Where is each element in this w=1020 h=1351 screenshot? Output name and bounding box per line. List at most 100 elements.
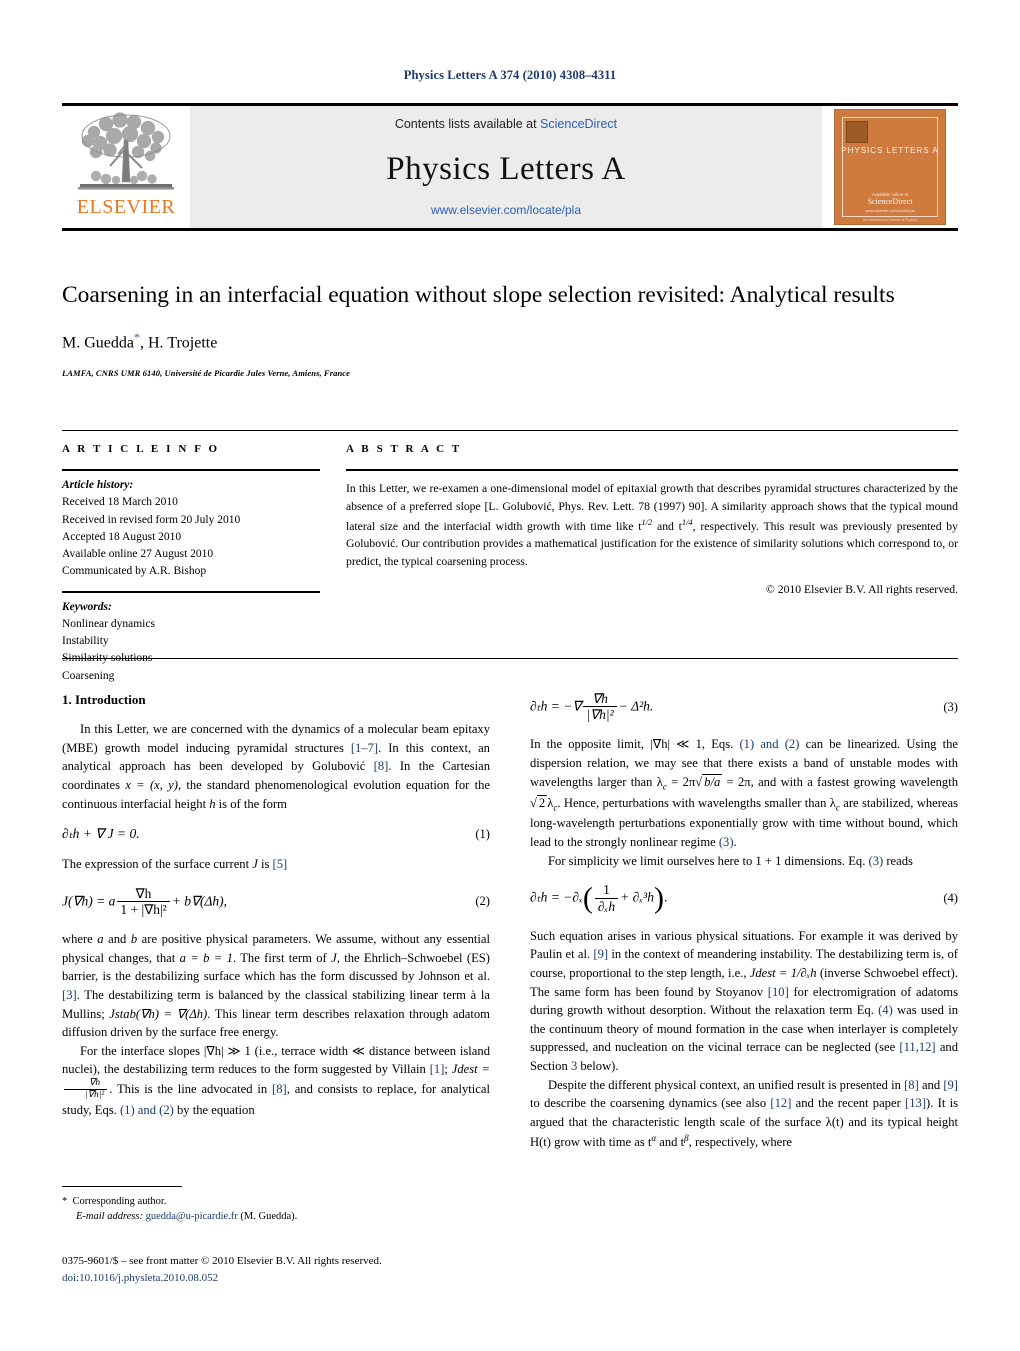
text-run: . Hence, perturbations with wavelengths … — [557, 795, 836, 810]
eq3-denominator: |∇h|² — [586, 707, 614, 723]
inline-math: x = (x, y) — [125, 777, 178, 792]
keyword-item: Instability — [62, 635, 109, 647]
masthead-center-band: Contents lists available at ScienceDirec… — [190, 106, 822, 228]
email-note: E-mail address: guedda@u-picardie.fr (M.… — [62, 1209, 490, 1224]
eq2-numerator: ∇h — [117, 886, 170, 902]
citation-ref[interactable]: [3] — [62, 988, 77, 1002]
article-info-heading: A R T I C L E I N F O — [62, 443, 220, 455]
article-info-column: A R T I C L E I N F O Article history: R… — [62, 443, 320, 685]
eq3-numerator: ∇h — [583, 691, 617, 708]
paragraph: where a and b are positive physical para… — [62, 930, 490, 1042]
author-primary: M. Guedda — [62, 334, 134, 352]
paragraph: The expression of the surface current J … — [62, 855, 490, 874]
abstract-part-2: and t — [652, 519, 682, 533]
text-run: reads — [883, 853, 913, 868]
eq4-denominator: ∂ₓh — [597, 898, 616, 914]
eq3-fraction: ∇h |∇h|² — [583, 691, 617, 723]
equation-body: ∂ₜh + ∇ J = 0. — [62, 826, 140, 842]
elsevier-tree-icon — [78, 112, 174, 190]
eq2-lhs: J(∇h) = a — [62, 893, 116, 909]
left-paren: ( — [582, 882, 593, 916]
paragraph: For the interface slopes |∇h| ≫ 1 (i.e.,… — [62, 1042, 490, 1120]
article-history-label: Article history: — [62, 479, 134, 491]
paragraph: For simplicity we limit ourselves here t… — [530, 852, 958, 871]
left-column: 1. Introduction In this Letter, we are c… — [62, 692, 490, 1151]
history-item: Available online 27 August 2010 — [62, 548, 214, 560]
equation-ref[interactable]: (3) — [719, 835, 734, 849]
equation-ref[interactable]: (3) — [869, 854, 884, 868]
text-run: below). — [577, 1059, 619, 1074]
inline-math: Jstab(∇h) = ∇(Δh) — [109, 1006, 208, 1021]
eq3-rhs: − Δ²h. — [618, 698, 654, 714]
paragraph: Such equation arises in various physical… — [530, 927, 958, 1076]
citation-ref[interactable]: [8] — [374, 759, 389, 773]
paragraph: In this Letter, we are concerned with th… — [62, 720, 490, 813]
text-run: and — [103, 932, 131, 947]
text-run: The expression of the surface current — [62, 857, 253, 872]
inline-fraction: ∇h |∇h|² — [64, 1078, 108, 1101]
sciencedirect-link[interactable]: ScienceDirect — [540, 117, 617, 131]
fraction-numerator: ∇h — [64, 1078, 108, 1091]
citation-ref[interactable]: [10] — [768, 985, 789, 999]
sqrt-radicand: b/a — [702, 773, 723, 789]
text-run: and the recent paper — [791, 1096, 906, 1111]
keywords-group: Keywords: Nonlinear dynamics Instability… — [62, 593, 320, 685]
equation-body: ∂ₜh = −∂ₓ(1 ∂ₓh + ∂ₓ³h). — [530, 882, 933, 916]
journal-cover-thumbnail: PHYSICS LETTERS A Available online at Sc… — [822, 106, 958, 228]
email-link[interactable]: guedda@u-picardie.fr — [146, 1211, 238, 1222]
abstract-heading: A B S T R A C T — [346, 443, 462, 455]
equation-ref[interactable]: (4) — [878, 1003, 893, 1017]
citation-ref[interactable]: [11,12] — [899, 1040, 935, 1054]
citation-ref[interactable]: [8] — [272, 1082, 287, 1096]
affiliation: LAMFA, CNRS UMR 6140, Université de Pica… — [62, 368, 351, 379]
info-bottom-rule — [62, 658, 958, 659]
article-history-group: Article history: Received 18 March 2010 … — [62, 471, 320, 581]
title-block: Coarsening in an interfacial equation wi… — [62, 280, 942, 378]
equation-ref[interactable]: (1) and (2) — [120, 1103, 174, 1117]
contents-available-line: Contents lists available at ScienceDirec… — [395, 117, 617, 131]
cover-foot4: An International Journal of Physics — [863, 218, 917, 222]
citation-ref[interactable]: [12] — [770, 1096, 791, 1110]
cover-foot2: ScienceDirect — [867, 197, 913, 206]
inline-math: a = b = 1 — [179, 950, 233, 965]
sqrt-symbol: √ — [530, 795, 537, 810]
text-run: where — [62, 932, 98, 947]
keyword-item: Nonlinear dynamics — [62, 617, 155, 630]
footnote-star: * — [62, 1196, 68, 1207]
citation-ref[interactable]: [9] — [943, 1078, 958, 1092]
citation-ref[interactable]: [1] — [430, 1062, 445, 1076]
text-run: and t — [656, 1134, 685, 1149]
page-title: Coarsening in an interfacial equation wi… — [62, 282, 895, 308]
history-item: Communicated by A.R. Bishop — [62, 565, 207, 578]
equation-2: J(∇h) = a ∇h 1 + |∇h|² + b∇(Δh), (2) — [62, 886, 490, 917]
eq2-rhs: + b∇(Δh), — [171, 893, 228, 909]
cover-badge-icon — [846, 121, 868, 143]
fraction-denominator: |∇h|² — [85, 1090, 105, 1101]
contents-prefix: Contents lists available at — [394, 117, 541, 131]
abstract-exponent-2: 1/4 — [681, 516, 693, 527]
inline-math: Jdest = 1/∂ₓh — [749, 965, 817, 980]
email-label: E-mail address: — [76, 1211, 143, 1223]
citation-ref[interactable]: [8] — [904, 1078, 919, 1092]
eq4-lhs: ∂ₜh = −∂ₓ — [530, 889, 583, 905]
citation-ref[interactable]: [1–7] — [351, 741, 378, 755]
equation-1: ∂ₜh + ∇ J = 0. (1) — [62, 826, 490, 842]
history-item: Received 18 March 2010 — [62, 496, 178, 509]
paragraph: In the opposite limit, |∇h| ≪ 1, Eqs. (1… — [530, 735, 958, 851]
equation-4: ∂ₜh = −∂ₓ(1 ∂ₓh + ∂ₓ³h). (4) — [530, 882, 958, 916]
text-run: ; — [444, 1062, 452, 1077]
journal-url-link[interactable]: www.elsevier.com/locate/pla — [190, 203, 822, 217]
eq4-tail: . — [663, 889, 668, 905]
citation-ref[interactable]: [5] — [273, 857, 288, 871]
text-run: Despite the different physical context, … — [548, 1077, 905, 1092]
elsevier-logo: ELSEVIER — [62, 106, 190, 228]
equation-ref[interactable]: (1) and (2) — [739, 737, 799, 751]
text-run: to describe the coarsening dynamics (see… — [530, 1096, 771, 1111]
citation-ref[interactable]: [13] — [905, 1096, 926, 1110]
doi-link[interactable]: doi:10.1016/j.physleta.2010.08.052 — [62, 1270, 532, 1287]
author-list: M. Guedda*, H. Trojette — [62, 330, 942, 352]
abstract-text: In this Letter, we re-examen a one-dimen… — [346, 471, 958, 571]
citation-ref[interactable]: [9] — [593, 947, 608, 961]
abstract-copyright: © 2010 Elsevier B.V. All rights reserved… — [765, 582, 958, 596]
sqrt-radicand: 2 — [536, 794, 548, 810]
